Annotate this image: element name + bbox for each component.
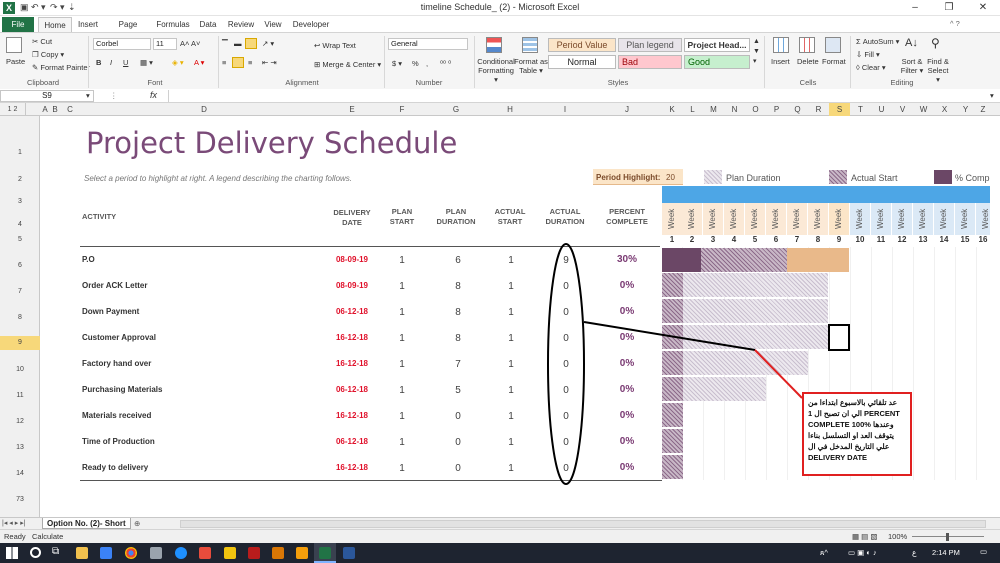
status-bar: Ready Calculate ▦ ▤ ▧ 100%	[0, 529, 1000, 543]
file-explorer-icon[interactable]	[76, 547, 88, 559]
note-line: 1 الي ان تصبح ال PERCENT	[808, 409, 900, 418]
pdf-icon[interactable]	[248, 547, 260, 559]
status-calculate: Calculate	[32, 532, 64, 541]
powerpoint-icon[interactable]	[296, 547, 308, 559]
view-buttons-icon[interactable]: ▦ ▤ ▧	[852, 532, 877, 541]
clock[interactable]: 2:14 PM	[932, 548, 960, 557]
note-line: COMPLETE 100% وعندها	[808, 420, 894, 429]
note-line: يتوقف العد او التسلسل بناءا	[808, 431, 894, 440]
sticky-notes-icon[interactable]	[224, 547, 236, 559]
sheet-tab-active[interactable]: Option No. (2)- Short	[42, 518, 131, 529]
input-language[interactable]: ع	[912, 548, 916, 557]
windows-start-icon[interactable]	[6, 547, 18, 559]
tray-icons[interactable]: ▭ ▣ ◐ ♪	[848, 548, 877, 557]
app-icon-2[interactable]	[272, 547, 284, 559]
app-icon[interactable]	[199, 547, 211, 559]
sheet-nav-icon[interactable]: |◂ ◂ ▸ ▸|	[2, 519, 26, 527]
search-icon[interactable]	[30, 547, 41, 558]
status-ready: Ready	[4, 532, 26, 541]
note-line: عد تلقائي بالاسبوع ابتداءا من	[808, 398, 898, 407]
excel-taskbar-icon[interactable]	[319, 547, 331, 559]
horizontal-scrollbar[interactable]	[180, 520, 986, 528]
people-icon[interactable]: ጸ^	[820, 548, 828, 558]
chrome-icon[interactable]	[125, 547, 137, 559]
actual-duration-highlight-ellipse	[547, 243, 585, 485]
note-line: DELIVERY DATE	[808, 453, 868, 462]
annotation-layer	[547, 243, 803, 485]
calculator-icon[interactable]	[150, 547, 162, 559]
word-icon[interactable]	[343, 547, 355, 559]
new-sheet-icon[interactable]: ⊕	[134, 519, 140, 528]
notifications-icon[interactable]: ▭	[980, 547, 987, 556]
callout-line-red	[754, 349, 803, 399]
task-view-icon[interactable]: ⧉	[52, 546, 59, 557]
note-line: علي التاريخ المدخل في ال	[808, 442, 890, 451]
zoom-level[interactable]: 100%	[888, 532, 907, 541]
note-box: عد تلقائي بالاسبوع ابتداءا من 1 الي ان ت…	[802, 392, 912, 476]
edge-icon[interactable]	[175, 547, 187, 559]
sheet-tabs-bar: |◂ ◂ ▸ ▸| Option No. (2)- Short ⊕	[0, 517, 1000, 529]
taskbar: ⧉ ጸ^ ▭ ▣ ◐ ♪ ع 2:14 PM ▭	[0, 543, 1000, 563]
callout-line	[583, 321, 756, 351]
store-icon[interactable]	[100, 547, 112, 559]
zoom-slider-thumb[interactable]	[946, 533, 949, 541]
